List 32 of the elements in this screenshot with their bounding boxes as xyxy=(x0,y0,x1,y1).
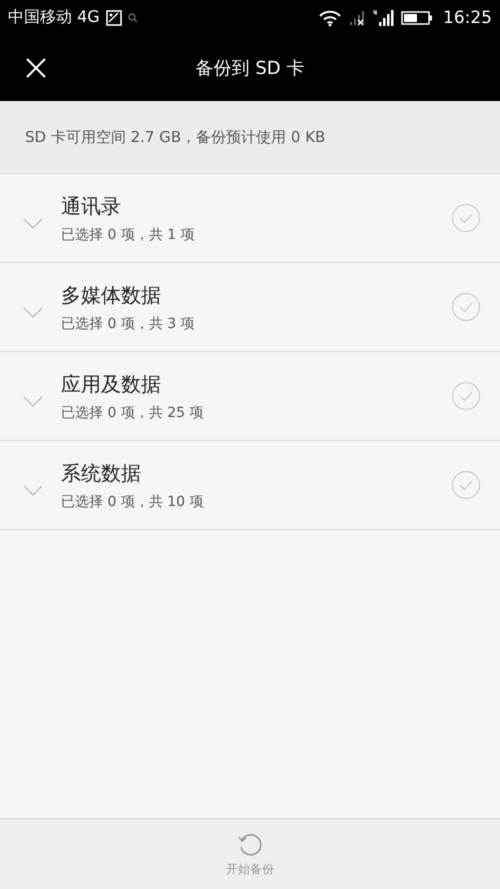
category-row[interactable]: 通讯录 已选择 0 项，共 1 项 xyxy=(0,174,500,263)
selection-count: 已选择 0 项，共 3 项 xyxy=(61,314,196,332)
category-row[interactable]: 应用及数据 已选择 0 项，共 25 项 xyxy=(0,352,500,441)
chevron-down-icon[interactable] xyxy=(23,485,43,497)
signal-icon xyxy=(373,8,395,26)
selection-count: 已选择 0 项，共 10 项 xyxy=(61,492,205,510)
chevron-down-icon[interactable] xyxy=(23,396,43,408)
screen-title: 备份到 SD 卡 xyxy=(196,57,304,80)
category-name: 多媒体数据 xyxy=(61,282,162,308)
search-icon xyxy=(128,12,138,22)
carrier-name: 中国移动 4G xyxy=(8,7,100,28)
selection-count: 已选择 0 项，共 25 项 xyxy=(61,404,205,422)
selection-count: 已选择 0 项，共 1 项 xyxy=(61,226,196,244)
category-name: 通讯录 xyxy=(61,192,122,220)
chevron-down-icon[interactable] xyxy=(23,218,43,230)
check-circle-icon[interactable] xyxy=(451,203,481,233)
image-icon xyxy=(106,10,122,26)
battery-icon xyxy=(401,10,433,26)
category-row[interactable]: 系统数据 已选择 0 项，共 10 项 xyxy=(0,441,500,530)
wifi-icon xyxy=(317,8,343,26)
check-circle-icon[interactable] xyxy=(451,381,481,411)
check-circle-icon[interactable] xyxy=(451,292,481,322)
check-circle-icon[interactable] xyxy=(451,470,481,500)
no-signal-icon xyxy=(349,10,367,26)
category-name: 系统数据 xyxy=(61,460,142,486)
category-name: 应用及数据 xyxy=(61,370,162,398)
category-row[interactable]: 多媒体数据 已选择 0 项，共 3 项 xyxy=(0,263,500,352)
close-button[interactable] xyxy=(25,57,47,79)
close-icon xyxy=(25,57,47,79)
clock-time: 16:25 xyxy=(443,8,492,28)
chevron-down-icon[interactable] xyxy=(23,307,43,319)
storage-info-banner: SD 卡可用空间 2.7 GB，备份预计使用 0 KB xyxy=(0,101,500,174)
